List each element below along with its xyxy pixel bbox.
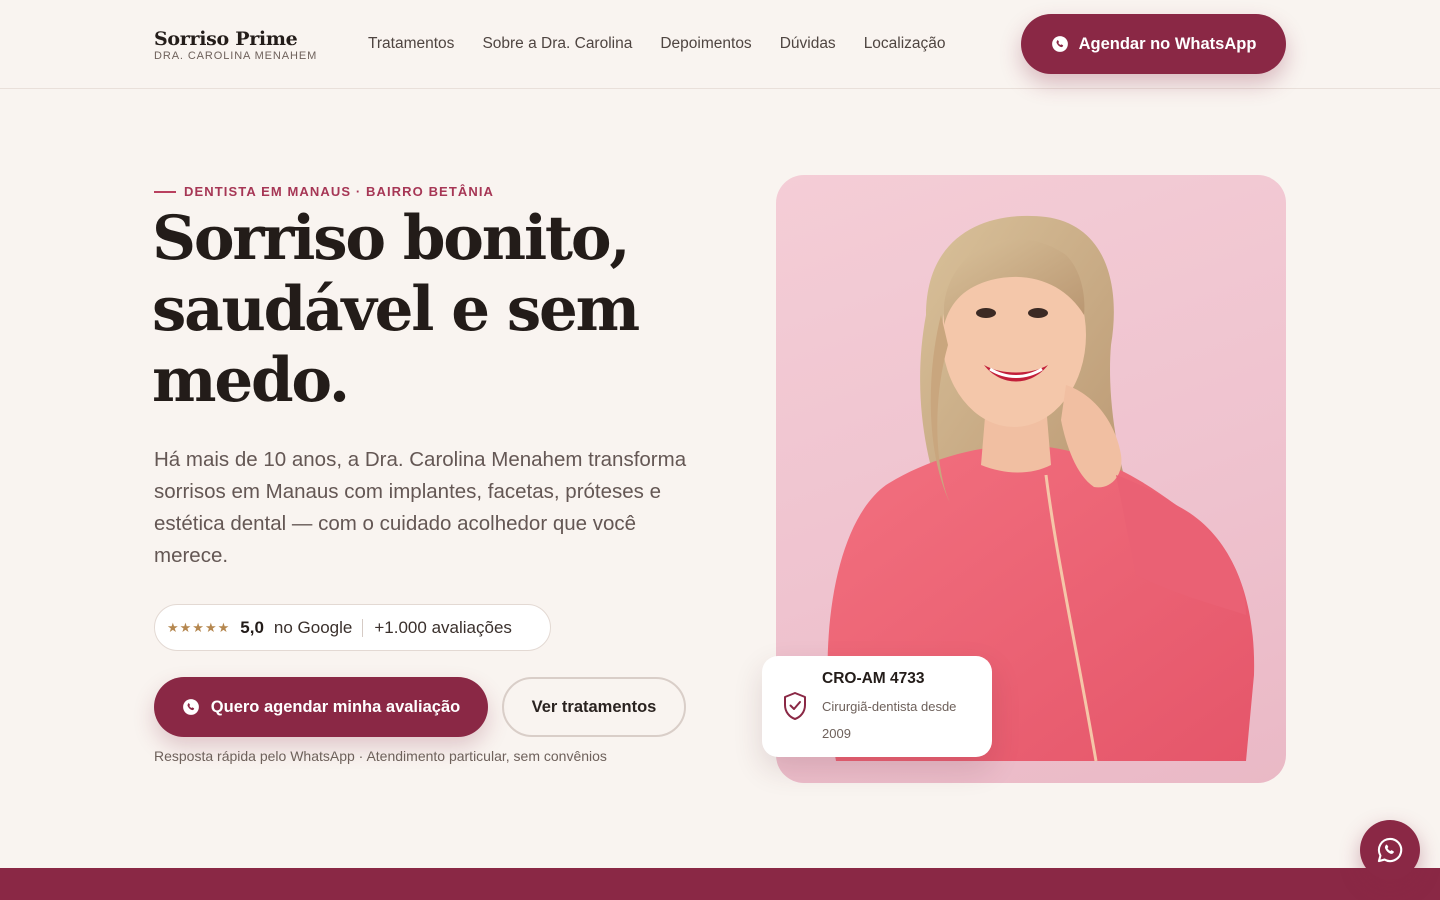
nav-link-duvidas[interactable]: Dúvidas xyxy=(780,34,836,54)
credential-card: CRO-AM 4733 Cirurgiã-dentista desde 2009 xyxy=(762,656,992,757)
brand-name: Sorriso Prime xyxy=(154,28,298,50)
hero-title-line-3: medo. xyxy=(152,345,350,416)
rating-stars-icon: ★★★★★ xyxy=(167,619,231,635)
schedule-evaluation-button[interactable]: Quero agendar minha avaliação xyxy=(154,677,488,737)
eyebrow-divider xyxy=(154,190,176,193)
view-treatments-button[interactable]: Ver tratamentos xyxy=(502,677,686,737)
hero-description: Há mais de 10 anos, a Dra. Carolina Mena… xyxy=(154,448,687,567)
brand-subtitle: DRA. CAROLINA MENAHEM xyxy=(154,50,318,62)
whatsapp-icon xyxy=(1051,36,1068,52)
header-whatsapp-button[interactable]: Agendar no WhatsApp xyxy=(1021,14,1286,74)
nav-link-localizacao[interactable]: Localização xyxy=(864,34,946,54)
hero-title-line-2: saudável e sem xyxy=(152,274,640,345)
whatsapp-icon xyxy=(1377,837,1403,863)
rating-count: +1.000 avaliações xyxy=(374,617,512,637)
floating-whatsapp-button[interactable] xyxy=(1360,820,1420,880)
eyebrow-text: DENTISTA EM MANAUS · BAIRRO BETÂNIA xyxy=(184,184,495,199)
nav-link-depoimentos[interactable]: Depoimentos xyxy=(660,34,751,54)
hero-eyebrow: DENTISTA EM MANAUS · BAIRRO BETÂNIA xyxy=(154,184,494,199)
next-section-band xyxy=(0,868,1440,900)
credential-title: CRO-AM 4733 xyxy=(822,670,925,687)
whatsapp-icon xyxy=(182,699,199,715)
rating-score: 5,0 xyxy=(240,617,264,637)
cta-note: Resposta rápida pelo WhatsApp · Atendime… xyxy=(154,748,607,764)
rating-source: no Google xyxy=(273,617,353,637)
hero-title: Sorriso bonito, saudável e sem medo. xyxy=(152,203,672,416)
google-rating-badge: ★★★★★ 5,0 no Google +1.000 avaliações xyxy=(154,604,551,651)
schedule-evaluation-label: Quero agendar minha avaliação xyxy=(210,697,461,716)
rating-divider xyxy=(362,618,364,637)
site-header: Sorriso Prime DRA. CAROLINA MENAHEM Trat… xyxy=(0,0,1440,89)
hero-title-line-1: Sorriso bonito, xyxy=(152,203,631,274)
nav-link-sobre[interactable]: Sobre a Dra. Carolina xyxy=(482,34,632,54)
shield-check-icon xyxy=(784,692,806,720)
view-treatments-label: Ver tratamentos xyxy=(531,697,657,716)
nav-link-tratamentos[interactable]: Tratamentos xyxy=(368,34,454,54)
header-whatsapp-label: Agendar no WhatsApp xyxy=(1078,34,1257,53)
main-nav: Tratamentos Sobre a Dra. Carolina Depoim… xyxy=(368,34,946,54)
credential-subtitle: Cirurgiã-dentista desde 2009 xyxy=(822,699,957,741)
brand-logo[interactable]: Sorriso Prime DRA. CAROLINA MENAHEM xyxy=(154,29,317,62)
